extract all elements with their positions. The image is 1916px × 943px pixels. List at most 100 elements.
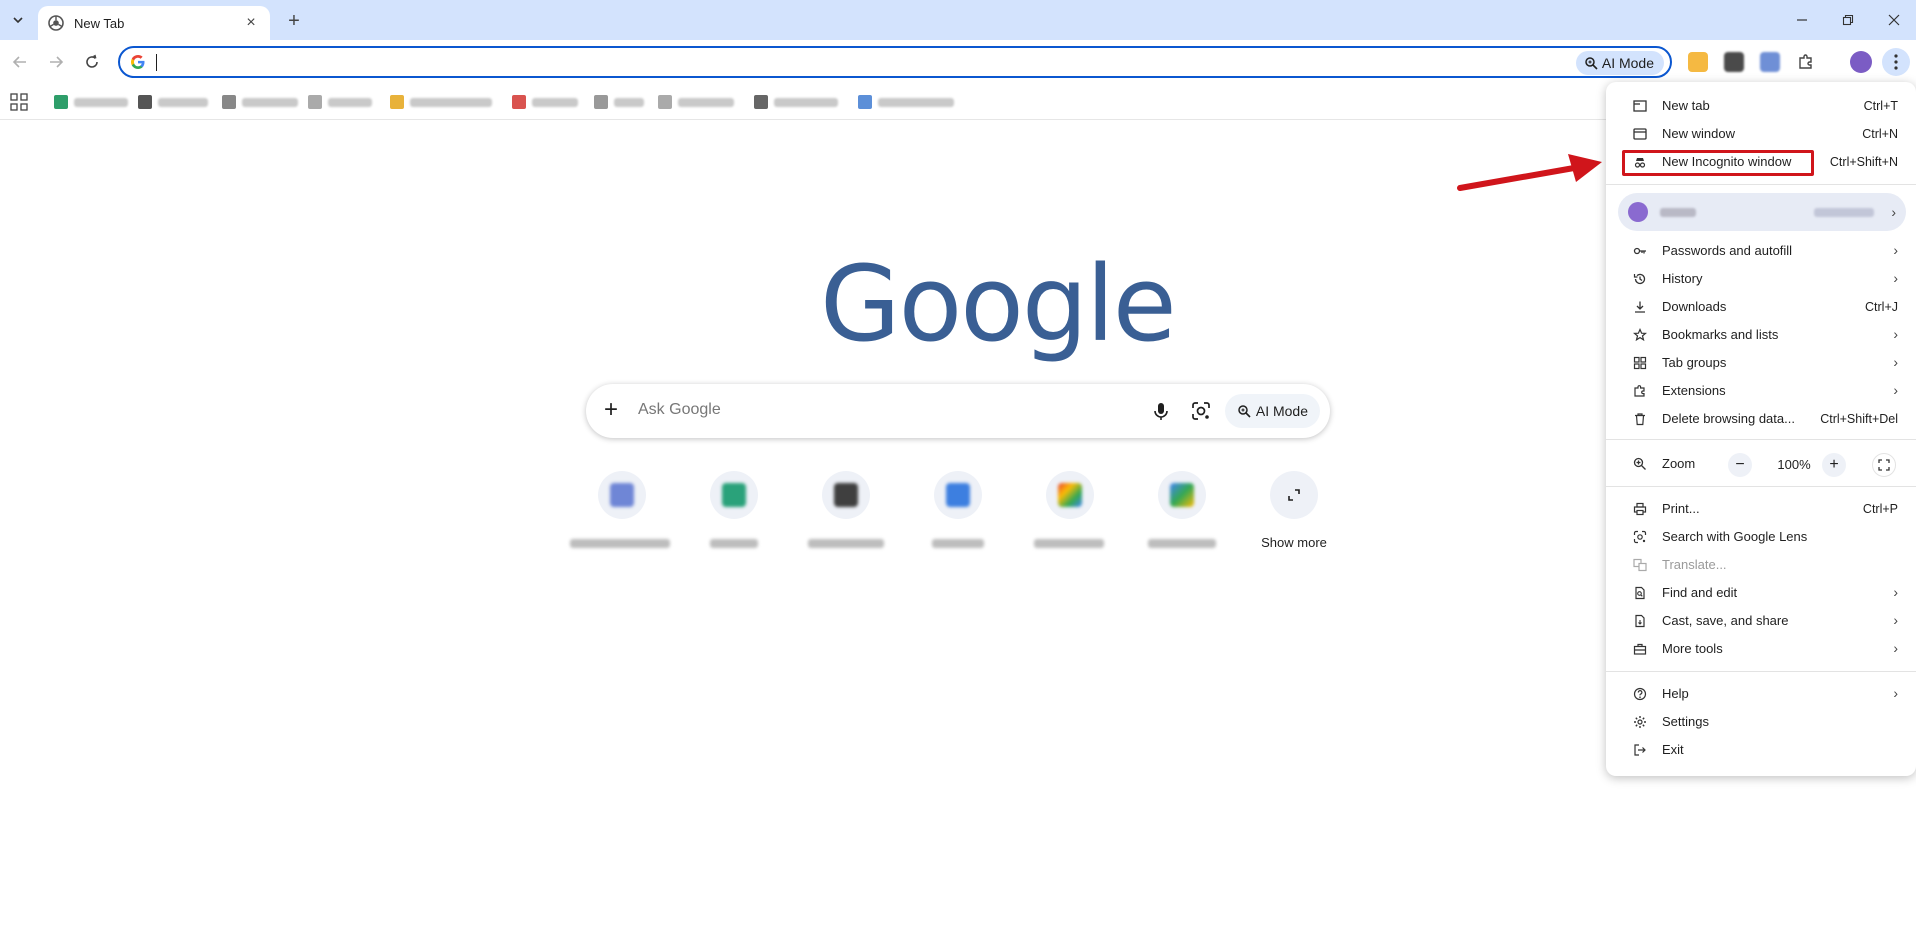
bookmark-favicon bbox=[222, 95, 236, 109]
tab-title: New Tab bbox=[74, 15, 125, 31]
bookmark-item[interactable] bbox=[594, 94, 644, 110]
close-icon bbox=[1888, 14, 1900, 26]
menu-item-more-tools[interactable]: More tools › bbox=[1606, 635, 1916, 663]
shortcut-tile[interactable] bbox=[566, 471, 678, 571]
extensions-button[interactable] bbox=[1796, 52, 1816, 72]
bookmark-item[interactable] bbox=[222, 94, 298, 110]
tab-new-tab[interactable]: New Tab × bbox=[38, 6, 270, 40]
annotation-arrow bbox=[1457, 154, 1602, 191]
menu-item-print[interactable]: Print... Ctrl+P bbox=[1606, 495, 1916, 523]
zoom-out-button[interactable]: − bbox=[1728, 453, 1752, 477]
menu-item-history[interactable]: History › bbox=[1606, 265, 1916, 293]
shortcut-tile[interactable] bbox=[1126, 471, 1238, 571]
bookmark-item[interactable] bbox=[54, 94, 128, 110]
ai-sparkle-search-icon bbox=[1238, 405, 1251, 418]
ai-mode-button[interactable]: AI Mode bbox=[1224, 394, 1320, 428]
zoom-icon bbox=[1632, 456, 1648, 472]
omnibox-ai-mode-label: AI Mode bbox=[1601, 55, 1654, 71]
show-more-circle bbox=[1270, 471, 1318, 519]
extension-icon-3[interactable] bbox=[1760, 52, 1780, 72]
menu-item-downloads[interactable]: Downloads Ctrl+J bbox=[1606, 293, 1916, 321]
shortcut-tile[interactable] bbox=[902, 471, 1014, 571]
download-icon bbox=[1632, 299, 1648, 315]
show-more-shortcut[interactable]: Show more bbox=[1238, 471, 1350, 571]
exit-icon bbox=[1632, 742, 1648, 758]
bookmark-item[interactable] bbox=[754, 94, 838, 110]
menu-item-find-and-edit[interactable]: Find and edit › bbox=[1606, 579, 1916, 607]
menu-item-tab-groups[interactable]: Tab groups › bbox=[1606, 349, 1916, 377]
bookmark-item[interactable] bbox=[390, 94, 492, 110]
menu-item-bookmarks[interactable]: Bookmarks and lists › bbox=[1606, 321, 1916, 349]
omnibox-ai-mode-button[interactable]: AI Mode bbox=[1575, 51, 1664, 75]
chevron-right-icon: › bbox=[1893, 640, 1898, 656]
find-page-icon bbox=[1632, 585, 1648, 601]
shortcut-icon bbox=[598, 471, 646, 519]
bookmark-item[interactable] bbox=[658, 94, 734, 110]
menu-item-help[interactable]: Help › bbox=[1606, 680, 1916, 708]
forward-button[interactable] bbox=[44, 50, 68, 74]
menu-item-new-tab[interactable]: New tab Ctrl+T bbox=[1606, 92, 1916, 120]
back-button[interactable] bbox=[8, 50, 32, 74]
bookmark-favicon bbox=[512, 95, 526, 109]
title-bar: New Tab × + bbox=[0, 0, 1916, 40]
chevron-right-icon: › bbox=[1893, 242, 1898, 258]
chevron-right-icon: › bbox=[1893, 354, 1898, 370]
restore-button[interactable] bbox=[1836, 8, 1860, 32]
menu-item-new-window[interactable]: New window Ctrl+N bbox=[1606, 120, 1916, 148]
menu-item-search-with-google-lens[interactable]: Search with Google Lens bbox=[1606, 523, 1916, 551]
menu-item-extensions[interactable]: Extensions › bbox=[1606, 377, 1916, 405]
bookmark-favicon bbox=[858, 95, 872, 109]
menu-item-settings[interactable]: Settings bbox=[1606, 708, 1916, 736]
search-input[interactable]: Ask Google bbox=[638, 401, 721, 419]
menu-item-cast-save-share[interactable]: Cast, save, and share › bbox=[1606, 607, 1916, 635]
menu-item-passwords[interactable]: Passwords and autofill › bbox=[1606, 237, 1916, 265]
annotation-highlight-box bbox=[1622, 150, 1814, 176]
minimize-icon bbox=[1797, 19, 1807, 21]
close-window-button[interactable] bbox=[1882, 8, 1906, 32]
menu-item-exit[interactable]: Exit bbox=[1606, 736, 1916, 764]
close-icon[interactable]: × bbox=[242, 14, 260, 32]
google-lens-icon[interactable] bbox=[1190, 400, 1212, 422]
google-lens-icon bbox=[1632, 529, 1648, 545]
tab-search-button[interactable] bbox=[6, 8, 30, 32]
google-g-icon bbox=[131, 55, 145, 69]
bookmark-favicon bbox=[390, 95, 404, 109]
bookmark-item[interactable] bbox=[308, 94, 372, 110]
reload-icon bbox=[86, 54, 98, 68]
toolbar: AI Mode bbox=[0, 40, 1916, 84]
extension-icon-2[interactable] bbox=[1724, 52, 1744, 72]
search-box[interactable]: + Ask Google AI Mode bbox=[586, 384, 1330, 438]
shortcut-icon bbox=[934, 471, 982, 519]
bookmark-item[interactable] bbox=[858, 94, 954, 110]
chrome-menu-button[interactable] bbox=[1882, 48, 1910, 76]
chevron-right-icon: › bbox=[1893, 270, 1898, 286]
profile-avatar[interactable] bbox=[1850, 51, 1872, 73]
chrome-icon bbox=[48, 15, 64, 31]
menu-item-delete-browsing-data[interactable]: Delete browsing data... Ctrl+Shift+Del bbox=[1606, 405, 1916, 433]
shortcut-tile[interactable] bbox=[790, 471, 902, 571]
new-tab-button[interactable]: + bbox=[282, 9, 306, 33]
chevron-right-icon: › bbox=[1893, 326, 1898, 342]
bookmark-item[interactable] bbox=[138, 94, 208, 110]
translate-icon bbox=[1632, 557, 1648, 573]
zoom-in-button[interactable]: + bbox=[1822, 453, 1846, 477]
restore-icon bbox=[1842, 14, 1854, 26]
menu-item-translate[interactable]: Translate... bbox=[1606, 551, 1916, 579]
shortcut-tile[interactable] bbox=[1014, 471, 1126, 571]
trash-icon bbox=[1632, 411, 1648, 427]
more-vert-icon bbox=[1894, 54, 1898, 70]
apps-grid-icon[interactable] bbox=[10, 93, 28, 111]
bookmark-item[interactable] bbox=[512, 94, 578, 110]
plus-icon[interactable]: + bbox=[604, 398, 618, 422]
chevron-right-icon: › bbox=[1891, 204, 1896, 220]
menu-item-zoom: Zoom − 100% + bbox=[1606, 450, 1916, 478]
reload-button[interactable] bbox=[80, 50, 104, 74]
show-more-label: Show more bbox=[1261, 535, 1327, 550]
mic-icon[interactable] bbox=[1150, 400, 1172, 422]
address-bar[interactable]: AI Mode bbox=[118, 46, 1672, 78]
shortcut-tile[interactable] bbox=[678, 471, 790, 571]
menu-profile-row[interactable]: › bbox=[1618, 193, 1906, 231]
extension-icon-1[interactable] bbox=[1688, 52, 1708, 72]
minimize-button[interactable] bbox=[1790, 8, 1814, 32]
fullscreen-button[interactable] bbox=[1872, 453, 1896, 477]
